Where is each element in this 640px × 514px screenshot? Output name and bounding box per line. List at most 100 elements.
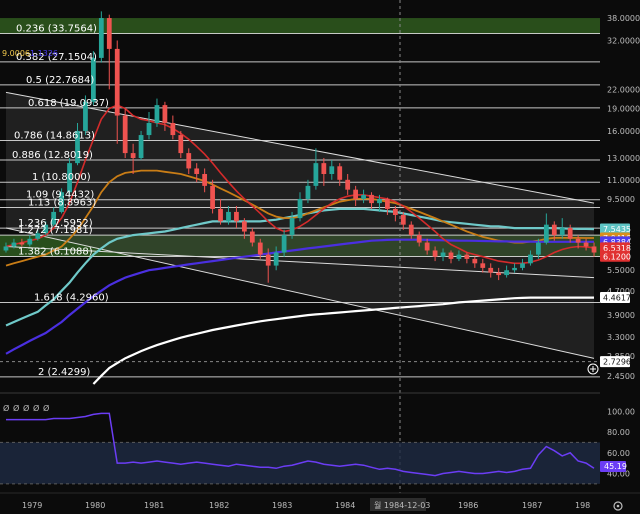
time-tick-label: 198: [575, 501, 590, 510]
candle-body: [361, 194, 366, 199]
candle-body: [448, 252, 454, 259]
candle-body: [257, 242, 263, 255]
price-badge-text: 6.1200: [603, 252, 631, 261]
oscillator-tick-label: 60.00: [607, 449, 630, 458]
candle-body: [218, 208, 223, 222]
candle-body: [281, 235, 287, 253]
fib-label-0.236: 0.236 (33.7564): [16, 24, 97, 35]
price-chart[interactable]: 0.236 (33.7564)0.382 (27.1504)0.5 (22.76…: [0, 0, 640, 514]
header-value-2: 1.1326: [30, 49, 58, 58]
oscillator-value: 45.19: [604, 462, 627, 471]
time-tick-label: 1984: [335, 501, 355, 510]
candle: [138, 130, 144, 161]
oscillator-header-symbol: Ø: [3, 403, 9, 413]
candle-body: [194, 168, 200, 175]
candle-body: [369, 194, 374, 204]
crosshair-time-label: 월 1984-12-03: [374, 500, 430, 510]
price-tick-label: 19.0000: [607, 104, 640, 113]
candle-body: [210, 185, 215, 209]
price-tick-label: 32.0000: [607, 36, 640, 45]
candle-body: [19, 242, 25, 245]
candle-body: [504, 270, 509, 276]
fib-label-0.5: 0.5 (22.7684): [26, 75, 94, 86]
candle-body: [488, 267, 494, 273]
candle-body: [11, 242, 17, 247]
candle-body: [305, 185, 311, 199]
candle-body: [289, 218, 295, 236]
candle-body: [583, 242, 589, 247]
candle-body: [178, 135, 184, 154]
fib-label-0.886: 0.886 (12.8019): [12, 150, 93, 161]
fib-label-1.13: 1.13 (8.8963): [28, 198, 96, 209]
candle-body: [472, 258, 478, 264]
candle-body: [162, 105, 168, 124]
time-tick-label: 1982: [209, 501, 229, 510]
candle-body: [567, 228, 573, 239]
candle-body: [186, 153, 192, 169]
candle-body: [154, 105, 160, 124]
candle-body: [146, 123, 152, 136]
price-tick-label: 11.0000: [607, 176, 640, 185]
header-values: 9.0006 1.1326: [2, 49, 58, 58]
candle-body: [496, 272, 502, 276]
price-tick-label: 38.0000: [607, 14, 640, 23]
candle-body: [416, 235, 422, 243]
candle-body: [400, 214, 406, 225]
candle-body: [273, 252, 279, 266]
candle-body: [234, 211, 239, 222]
candle-body: [345, 179, 351, 190]
candle-body: [536, 242, 541, 255]
time-tick-label: 1983: [272, 501, 292, 510]
candle-body: [456, 254, 462, 259]
fib-label-1.382: 1.382 (6.1088): [18, 247, 93, 258]
candle-body: [114, 48, 120, 116]
candle-body: [408, 224, 414, 236]
candle-body: [130, 153, 136, 159]
candle-body: [226, 211, 231, 222]
candle-body: [385, 198, 390, 209]
price-tick-label: 2.4500: [607, 372, 635, 381]
candle-body: [392, 208, 398, 215]
candle-body: [575, 238, 581, 243]
price-tick-label: 3.9000: [607, 311, 635, 320]
fib-label-0.618: 0.618 (19.0937): [28, 98, 109, 109]
header-value-1: 9.0006: [2, 49, 30, 58]
time-tick-label: 1986: [458, 501, 478, 510]
candle-body: [551, 224, 557, 236]
fib-label-1.618: 1.618 (4.2960): [34, 292, 109, 303]
price-badge-text: 4.4617: [603, 294, 631, 303]
candle-body: [329, 166, 335, 175]
price-tick-label: 5.5000: [607, 266, 635, 275]
oscillator-header-symbol: Ø: [33, 403, 39, 413]
price-badge-text: 2.7296: [603, 358, 631, 367]
time-tick-label: 1981: [144, 501, 164, 510]
candle-body: [138, 135, 144, 159]
candle-body: [512, 267, 517, 271]
candle-body: [98, 18, 104, 58]
candle-body: [3, 246, 9, 251]
candle-body: [559, 228, 565, 236]
fib-label-2: 2 (2.4299): [38, 367, 90, 378]
candle-body: [106, 18, 112, 49]
oscillator-header-symbol: Ø: [43, 403, 49, 413]
fib-label-1.272: 1.272 (7.1981): [18, 225, 93, 236]
candle-body: [520, 263, 525, 268]
candle-body: [337, 166, 343, 180]
time-tick-label: 1979: [22, 501, 42, 510]
oscillator-tick-label: 100.00: [607, 407, 635, 416]
candle-body: [528, 254, 533, 264]
candle: [122, 108, 128, 159]
candle-body: [377, 198, 382, 204]
candle-body: [591, 246, 597, 253]
candle-body: [170, 123, 176, 136]
candle-body: [122, 115, 128, 154]
candle-body: [480, 263, 486, 268]
price-tick-label: 13.0000: [607, 154, 640, 163]
oscillator-header-symbol: Ø: [13, 403, 19, 413]
oscillator-header-symbol: Ø: [23, 403, 29, 413]
candle-body: [440, 252, 446, 257]
candle-body: [464, 254, 470, 259]
price-tick-label: 9.5000: [607, 195, 635, 204]
candle-body: [424, 242, 430, 251]
candle-body: [432, 250, 438, 257]
